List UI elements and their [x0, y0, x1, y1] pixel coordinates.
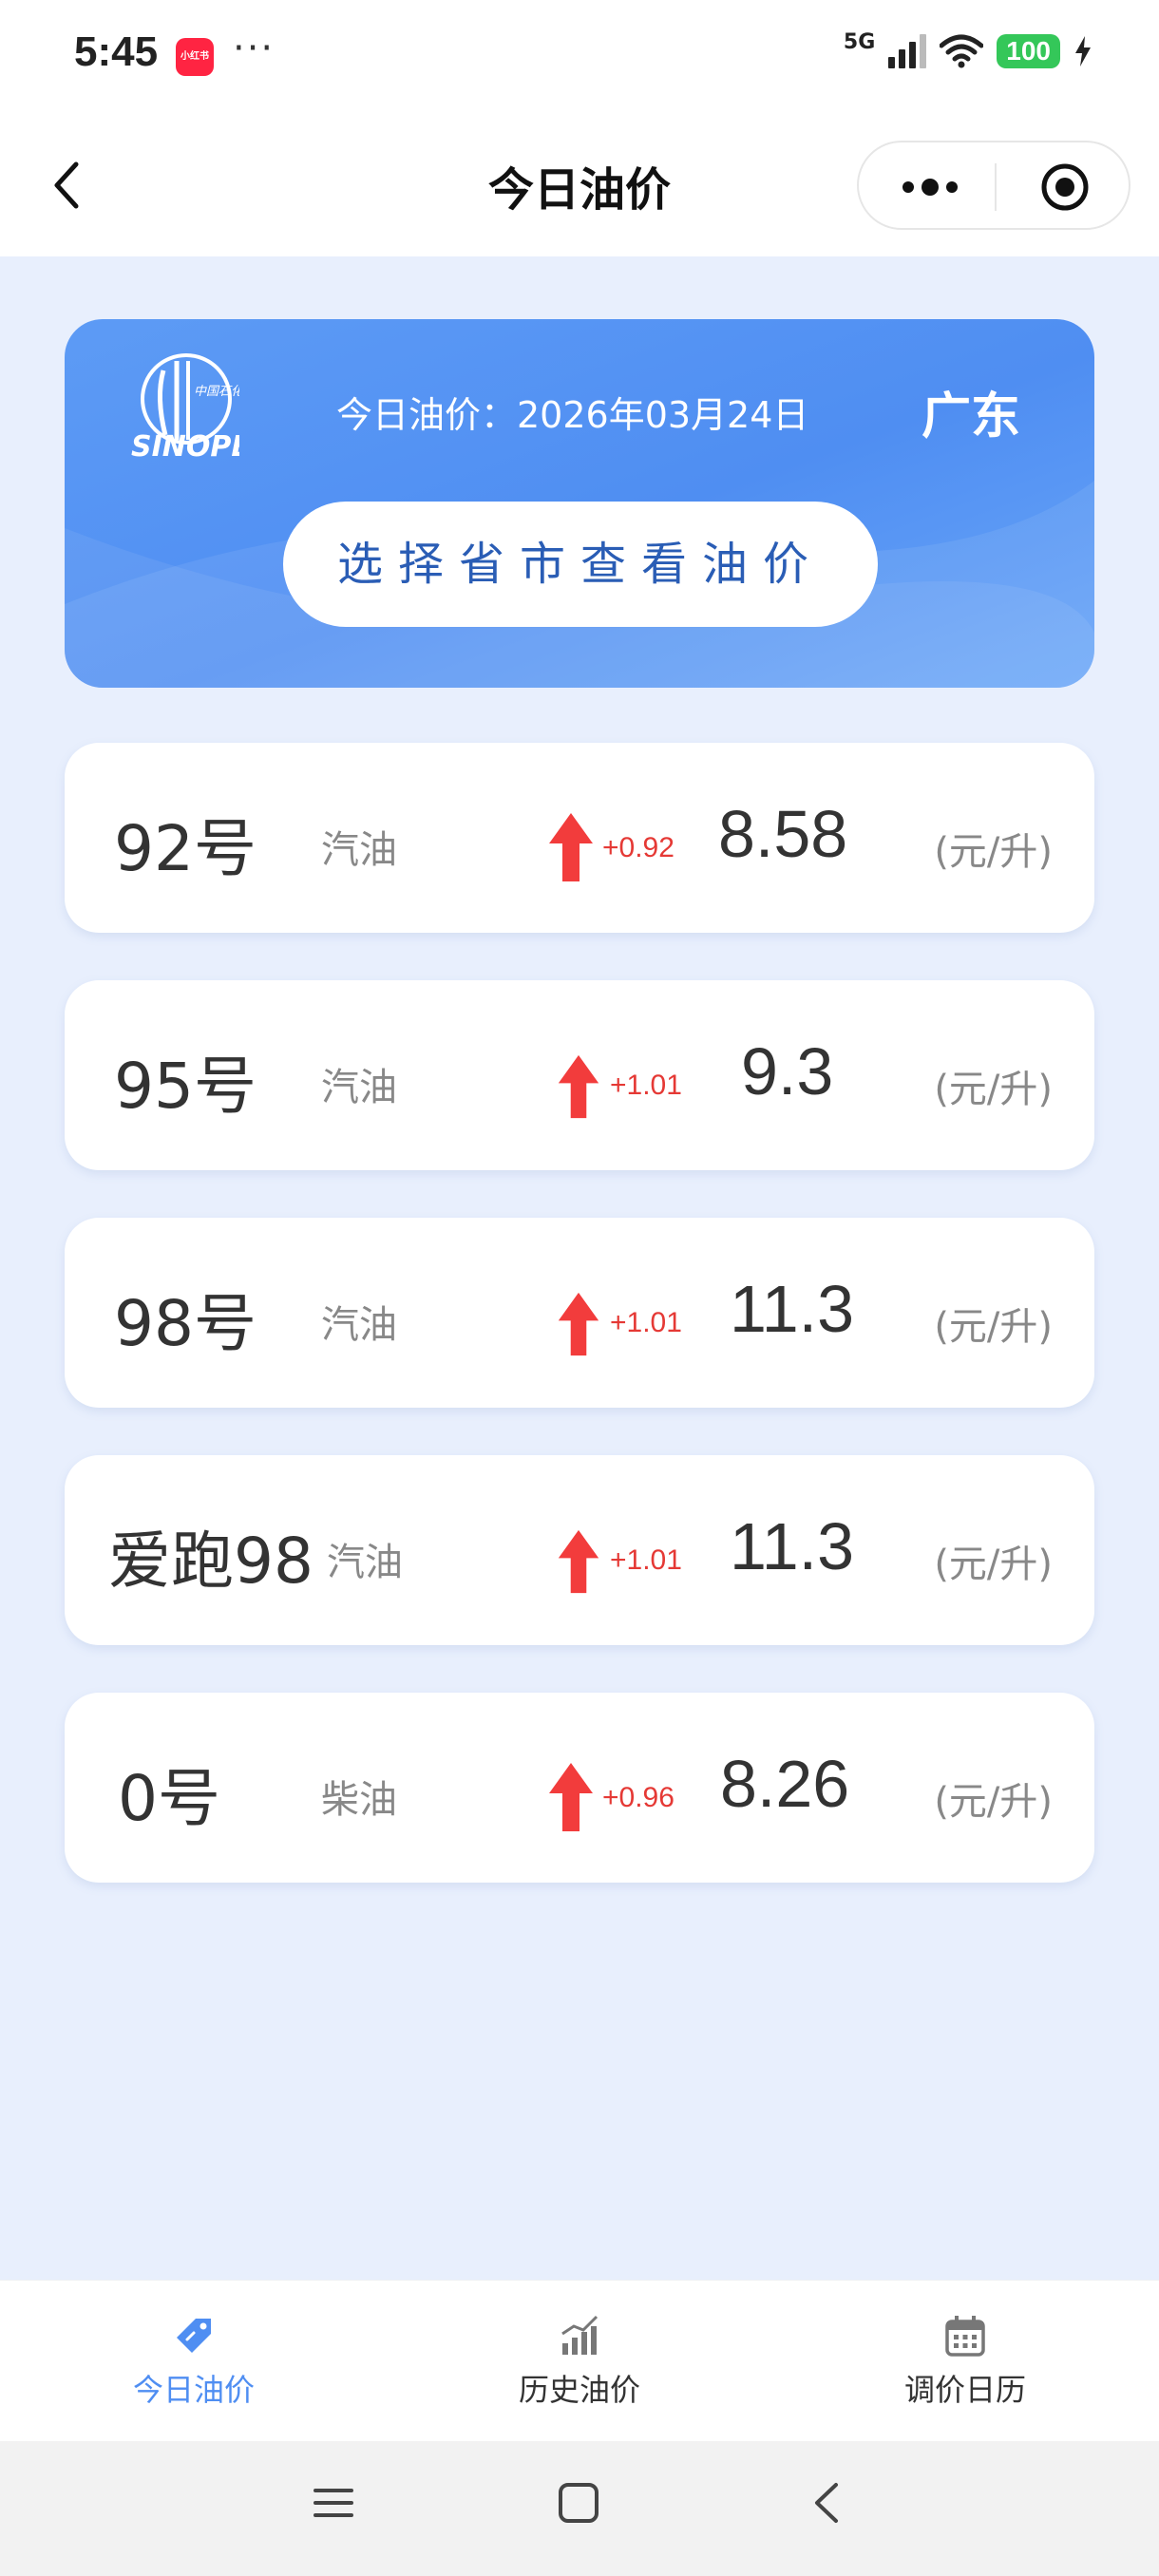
tab-label: 历史油价	[518, 2372, 640, 2408]
home-icon[interactable]	[555, 2479, 602, 2527]
menu-icon[interactable]	[310, 2479, 357, 2527]
fuel-grade: 95号	[114, 1050, 256, 1123]
close-miniprogram-icon[interactable]	[1039, 161, 1091, 213]
fuel-grade: 98号	[114, 1287, 256, 1360]
status-bar: 5:45 小红书 ··· 5G 100	[0, 0, 1159, 114]
sinopec-logo-icon: 中国石化 SINOPEC	[131, 353, 239, 462]
price-change: +1.01	[610, 1070, 682, 1101]
price-unit: (元/升)	[934, 1780, 1053, 1824]
price-card-95[interactable]: 95号 汽油 +1.01 9.3 (元/升)	[65, 980, 1094, 1170]
price-up-arrow-icon	[549, 813, 593, 881]
system-navigation-bar	[0, 2441, 1159, 2576]
price-unit: (元/升)	[934, 830, 1053, 874]
fuel-grade: 92号	[114, 812, 256, 885]
tab-history-price[interactable]: 历史油价	[466, 2313, 694, 2410]
price-up-arrow-icon	[558, 1054, 599, 1119]
fuel-type: 汽油	[321, 1303, 397, 1347]
tab-label: 今日油价	[132, 2372, 255, 2408]
calendar-icon	[945, 2316, 985, 2357]
select-region-button[interactable]: 选择省市查看油价	[283, 502, 878, 627]
current-province[interactable]: 广东	[922, 376, 1020, 447]
price-unit: (元/升)	[934, 1543, 1053, 1586]
tab-label: 调价日历	[903, 2372, 1026, 2408]
more-notifications-icon: ···	[233, 27, 276, 70]
fuel-type: 柴油	[321, 1778, 397, 1822]
price-unit: (元/升)	[934, 1068, 1053, 1111]
price-tag-icon	[177, 2319, 211, 2353]
more-icon[interactable]	[887, 171, 973, 203]
price-card-92[interactable]: 92号 汽油 +0.92 8.58 (元/升)	[65, 743, 1094, 933]
main-content: 中国石化 SINOPEC 今日油价：2026年03月24日 广东 选择省市查看油…	[0, 256, 1159, 2280]
wifi-icon	[940, 34, 984, 68]
network-type: 5G	[843, 29, 876, 54]
price-change: +1.01	[610, 1544, 682, 1576]
back-nav-icon[interactable]	[804, 2479, 851, 2527]
fuel-type: 汽油	[321, 828, 397, 872]
signal-icon	[888, 34, 927, 68]
price-card-98[interactable]: 98号 汽油 +1.01 11.3 (元/升)	[65, 1218, 1094, 1408]
price-unit: (元/升)	[934, 1305, 1053, 1349]
status-time: 5:45	[74, 28, 159, 75]
xiaohongshu-app-icon: 小红书	[176, 38, 214, 76]
fuel-grade: 0号	[118, 1762, 220, 1835]
header-card: 中国石化 SINOPEC 今日油价：2026年03月24日 广东 选择省市查看油…	[65, 319, 1094, 688]
price-up-arrow-icon	[558, 1529, 599, 1594]
charging-icon	[1075, 36, 1091, 66]
capsule-divider	[995, 163, 997, 211]
tab-price-calendar[interactable]: 调价日历	[851, 2313, 1079, 2410]
price-change: +0.96	[602, 1782, 674, 1813]
price-up-arrow-icon	[549, 1763, 593, 1831]
nav-bar: 今日油价	[0, 114, 1159, 256]
price-change: +1.01	[610, 1307, 682, 1338]
chart-bars-icon	[561, 2315, 598, 2355]
fuel-grade: 爱跑98	[108, 1525, 314, 1598]
fuel-price: 8.26	[720, 1747, 850, 1821]
miniprogram-capsule	[857, 141, 1130, 230]
battery-indicator: 100	[997, 34, 1060, 68]
fuel-type: 汽油	[321, 1066, 397, 1109]
price-card-aipao98[interactable]: 爱跑98 汽油 +1.01 11.3 (元/升)	[65, 1455, 1094, 1645]
price-change: +0.92	[602, 832, 674, 863]
tab-today-price[interactable]: 今日油价	[80, 2313, 308, 2410]
fuel-type: 汽油	[327, 1541, 403, 1584]
fuel-price: 8.58	[718, 797, 848, 871]
header-date: 今日油价：2026年03月24日	[336, 394, 809, 436]
price-card-0-diesel[interactable]: 0号 柴油 +0.96 8.26 (元/升)	[65, 1693, 1094, 1883]
svg-text:中国石化: 中国石化	[194, 385, 239, 399]
svg-text:SINOPEC: SINOPEC	[131, 430, 239, 462]
tab-bar: 今日油价 历史油价 调价日历	[0, 2280, 1159, 2441]
status-indicators: 5G 100	[844, 30, 1092, 68]
price-up-arrow-icon	[558, 1292, 599, 1356]
